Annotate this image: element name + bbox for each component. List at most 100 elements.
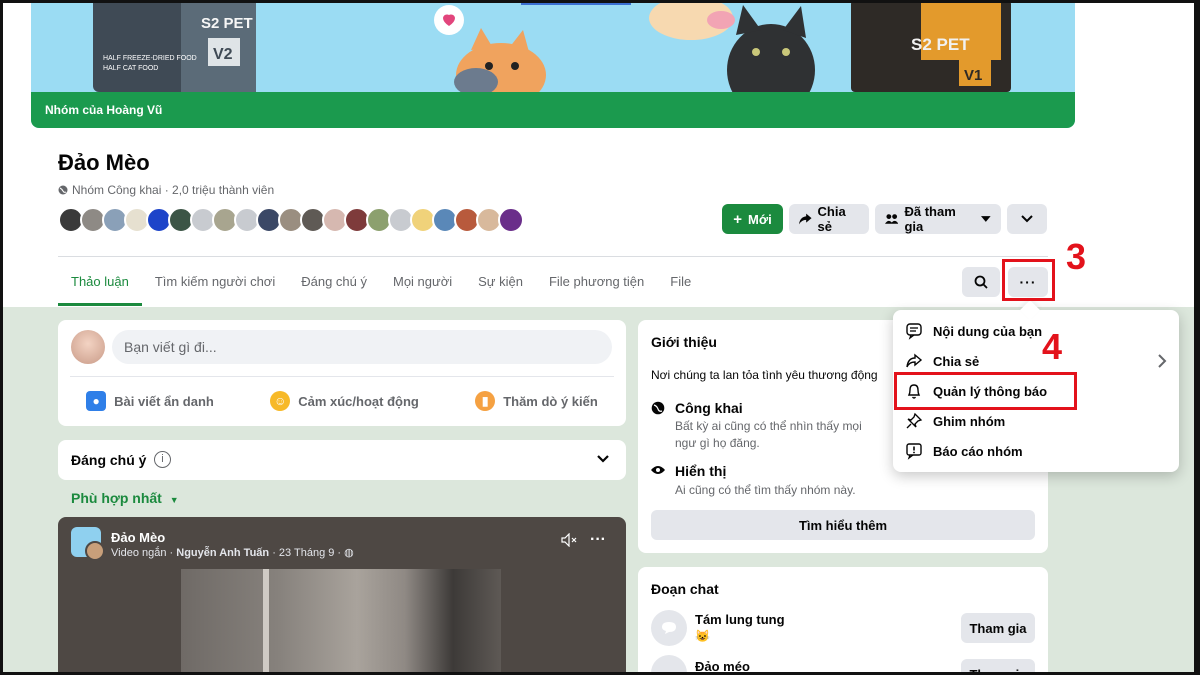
share-icon <box>906 353 923 368</box>
group-owner-bar[interactable]: Nhóm của Hoàng Vũ <box>31 92 1075 128</box>
menu-item-pin-group[interactable]: Ghim nhóm <box>893 406 1179 436</box>
package-left-brand: S2 PET <box>201 15 253 32</box>
globe-icon <box>651 401 665 415</box>
group-actions: + Mới Chia sẻ Đã tham gia <box>722 204 1047 234</box>
menu-item-label: Báo cáo nhóm <box>933 443 1023 459</box>
tab-media[interactable]: File phương tiện <box>536 262 657 306</box>
plus-icon: + <box>733 210 743 228</box>
chevron-down-icon[interactable] <box>596 452 610 466</box>
joined-label: Đã tham gia <box>904 204 956 234</box>
members-icon <box>885 214 899 224</box>
video-post[interactable]: Đảo Mèo Video ngắn · Nguyễn Anh Tuấn · 2… <box>58 517 626 675</box>
anonymous-post-button[interactable]: ● Bài viết ẩn danh <box>86 384 214 418</box>
share-arrow-icon <box>799 213 812 225</box>
public-title: Công khai <box>675 400 743 416</box>
expand-button[interactable] <box>1007 204 1047 234</box>
share-button[interactable]: Chia sẻ <box>789 204 869 234</box>
pin-icon <box>906 412 923 429</box>
globe-icon <box>58 185 68 195</box>
smile-icon: ☺ <box>270 391 291 411</box>
post-composer: Bạn viết gì đi... ● Bài viết ẩn danh ☺ C… <box>58 320 626 426</box>
report-icon <box>906 443 922 460</box>
step4-highlight <box>894 372 1077 410</box>
tab-discussion[interactable]: Thảo luận <box>58 262 142 306</box>
post-author[interactable]: Đảo Mèo <box>111 530 165 545</box>
package-right-badge: V1 <box>964 67 982 84</box>
post-more-icon[interactable]: ··· <box>590 531 606 549</box>
cover-illustration: S2 PET HALF FREEZE-DRIED FOOD HALF CAT F… <box>31 0 1075 92</box>
about-description: Nơi chúng ta lan tỏa tình yêu thương độn… <box>651 368 878 382</box>
menu-item-label: Nội dung của bạn <box>933 323 1043 339</box>
visible-title: Hiển thị <box>675 463 727 479</box>
share-label: Chia sẻ <box>817 204 846 234</box>
globe-icon: ◍ <box>344 547 354 559</box>
chat-name[interactable]: Đảo méo <box>695 659 750 674</box>
composer-divider <box>70 376 614 377</box>
group-meta-text: Nhóm Công khai · 2,0 triệu thành viên <box>72 183 275 197</box>
package-left-line1: HALF FREEZE-DRIED FOOD <box>103 55 197 62</box>
info-icon[interactable]: i <box>154 451 171 468</box>
tab-find-players[interactable]: Tìm kiếm người chơi <box>142 262 288 306</box>
avatar[interactable] <box>498 207 524 233</box>
join-chat-button[interactable]: Tham gia <box>961 659 1035 675</box>
header-divider <box>58 256 1048 257</box>
sort-label: Phù hợp nhất <box>71 490 162 506</box>
member-avatars[interactable] <box>58 207 524 233</box>
menu-item-label: Chia sẻ <box>933 353 980 369</box>
step4-number: 4 <box>1042 326 1063 367</box>
content-icon <box>906 323 922 340</box>
visible-description: Ai cũng có thể tìm thấy nhóm này. <box>675 483 856 497</box>
new-post-button[interactable]: + Mới <box>722 204 783 234</box>
poll-label: Thăm dò ý kiến <box>503 393 598 409</box>
group-tabs: Thảo luận Tìm kiếm người chơi Đáng chú ý… <box>58 262 704 306</box>
about-title: Giới thiệu <box>651 334 717 350</box>
tab-people[interactable]: Mọi người <box>380 262 465 306</box>
menu-item-your-content[interactable]: Nội dung của bạn <box>893 316 1179 346</box>
package-left-badge: V2 <box>213 46 233 63</box>
feeling-activity-button[interactable]: ☺ Cảm xúc/hoạt động <box>270 384 419 418</box>
package-right-brand: S2 PET <box>911 35 970 54</box>
step3-number: 3 <box>1066 236 1087 277</box>
tab-files[interactable]: File <box>657 262 704 306</box>
step3-highlight <box>1002 259 1055 301</box>
featured-title: Đáng chú ý <box>71 452 147 468</box>
post-meta-prefix: Video ngắn · <box>111 547 177 559</box>
search-icon <box>974 275 988 289</box>
my-avatar[interactable] <box>71 330 105 364</box>
public-description: Bất kỳ ai cũng có thể nhìn thấy mọi ngư … <box>675 419 862 450</box>
caret-down-icon <box>981 216 991 222</box>
group-meta: Nhóm Công khai · 2,0 triệu thành viên <box>58 183 274 197</box>
video-frame-detail <box>263 569 269 675</box>
featured-section[interactable]: Đáng chú ý i <box>58 440 626 480</box>
author-avatar[interactable] <box>85 541 105 561</box>
video-frame[interactable] <box>181 569 501 675</box>
tab-featured[interactable]: Đáng chú ý <box>288 262 380 306</box>
new-post-label: Mới <box>748 211 772 227</box>
menu-item-label: Ghim nhóm <box>933 413 1006 429</box>
joined-button[interactable]: Đã tham gia <box>875 204 1001 234</box>
chat-subtitle: 😺 <box>695 629 710 643</box>
menu-item-report-group[interactable]: Báo cáo nhóm <box>893 436 1179 466</box>
post-meta-date[interactable]: · 23 Tháng 9 · <box>269 547 344 559</box>
group-title[interactable]: Đảo Mèo <box>58 150 150 176</box>
chat-bubble-icon <box>662 622 676 634</box>
group-search-button[interactable] <box>962 267 1000 297</box>
tab-events[interactable]: Sự kiện <box>465 262 536 306</box>
composer-options: ● Bài viết ẩn danh ☺ Cảm xúc/hoạt động ▮… <box>58 384 626 418</box>
post-meta-author[interactable]: Nguyễn Anh Tuấn <box>176 547 269 559</box>
cover-photo[interactable]: S2 PET HALF FREEZE-DRIED FOOD HALF CAT F… <box>31 0 1075 128</box>
anonymous-icon: ● <box>86 391 107 411</box>
chats-card: Đoạn chat Tám lung tung 😺 Tham gia Đảo m… <box>638 567 1048 675</box>
anonymous-post-label: Bài viết ẩn danh <box>114 393 214 409</box>
sort-dropdown[interactable]: Phù hợp nhất ▼ <box>71 490 179 506</box>
chat-avatar[interactable] <box>651 655 687 675</box>
feeling-activity-label: Cảm xúc/hoạt động <box>298 393 419 409</box>
mute-icon[interactable] <box>561 533 579 547</box>
join-chat-button[interactable]: Tham gia <box>961 613 1035 643</box>
eye-icon <box>651 466 665 474</box>
poll-button[interactable]: ▮ Thăm dò ý kiến <box>475 384 598 418</box>
chat-name[interactable]: Tám lung tung <box>695 612 785 627</box>
composer-input[interactable]: Bạn viết gì đi... <box>112 330 612 364</box>
learn-more-button[interactable]: Tìm hiểu thêm <box>651 510 1035 540</box>
chat-avatar[interactable] <box>651 610 687 646</box>
